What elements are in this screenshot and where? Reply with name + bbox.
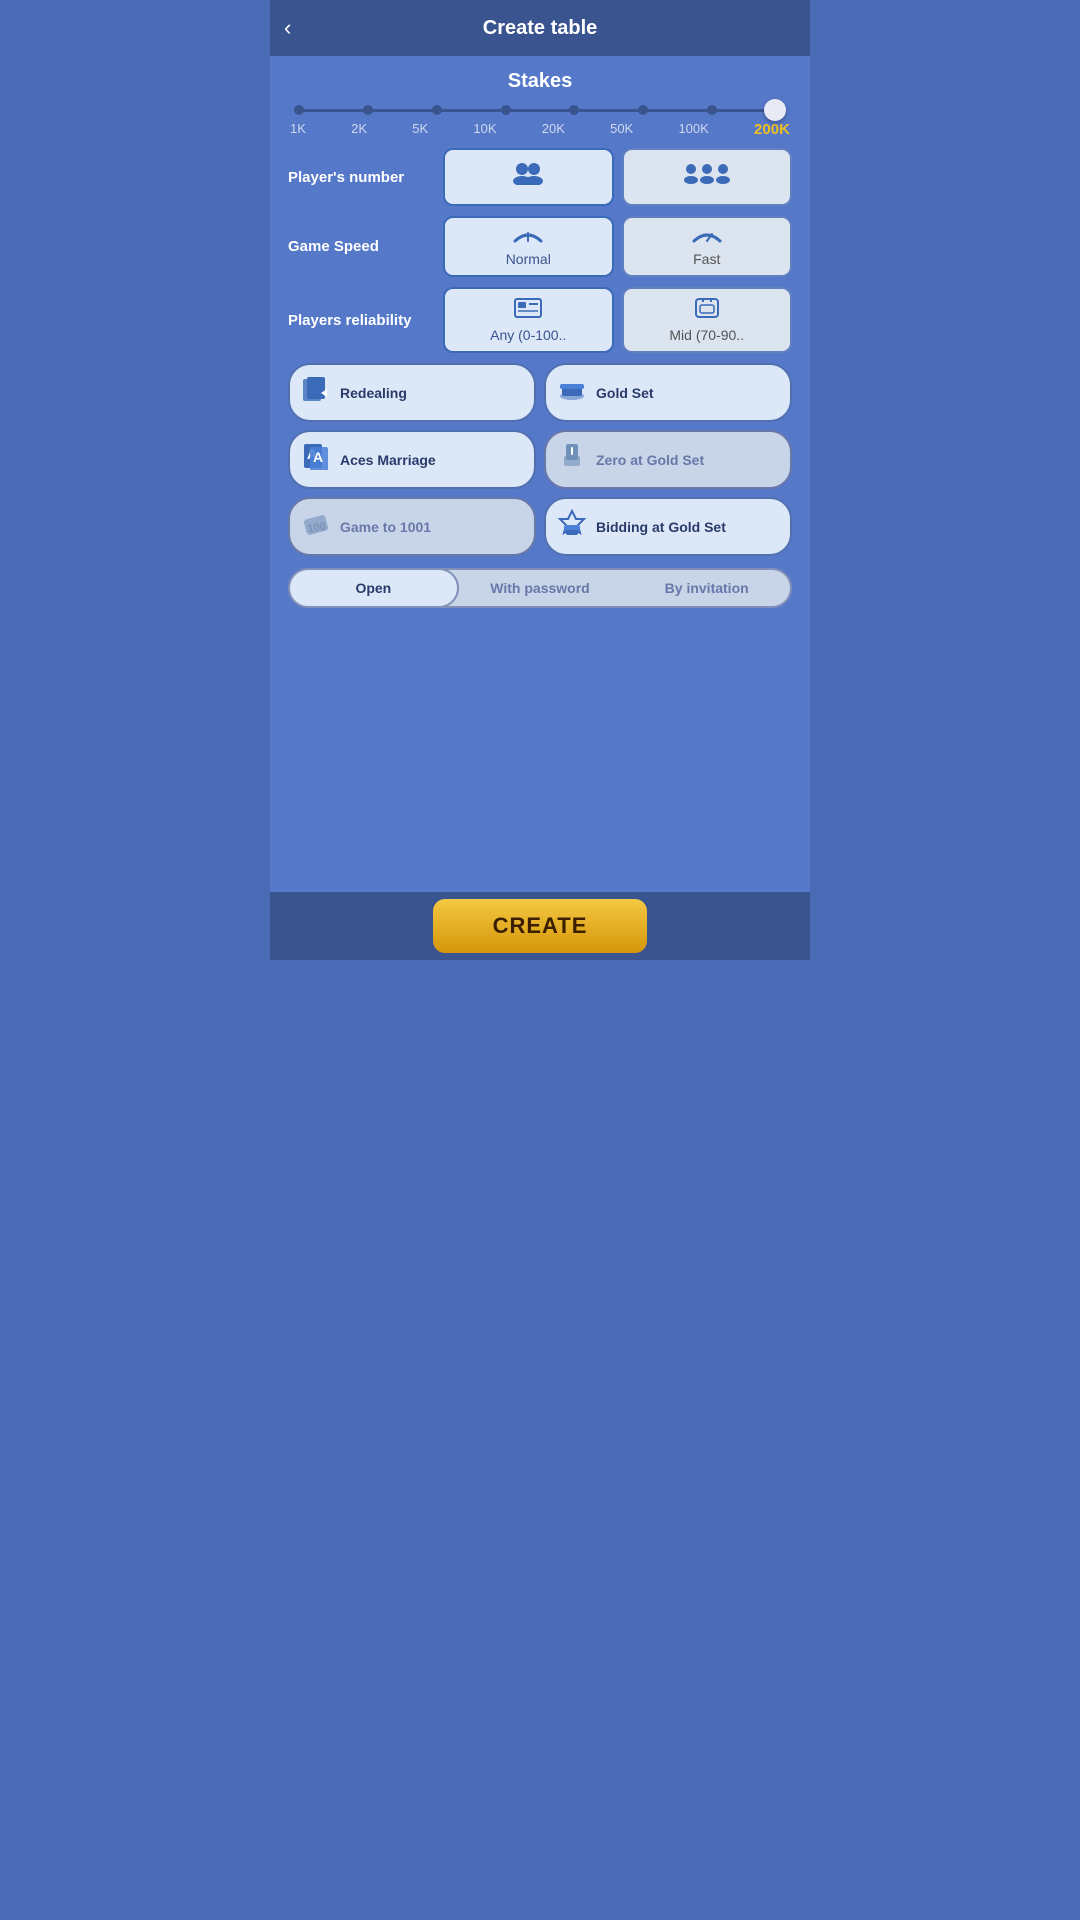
gold-set-icon [556, 378, 588, 407]
aces-marriage-button[interactable]: A A Aces Marriage [288, 430, 536, 489]
stakes-label: Stakes [288, 70, 792, 93]
header: ‹ Create table [270, 0, 810, 56]
back-button[interactable]: ‹ [284, 15, 291, 41]
stake-50k[interactable]: 50K [610, 121, 633, 138]
access-open[interactable]: Open [288, 568, 459, 608]
slider-dot-10k [501, 105, 511, 115]
fast-speed-button[interactable]: Fast [622, 216, 793, 277]
redealing-text: Redealing [340, 385, 407, 401]
game-speed-row: Game Speed Normal Fast [288, 216, 792, 277]
mid-reliability-button[interactable]: Mid (70-90.. [622, 287, 793, 353]
normal-speed-icon [513, 226, 543, 249]
game-to-1001-icon: 100 [300, 509, 332, 544]
gold-set-text: Gold Set [596, 385, 654, 401]
slider-dot-100k [707, 105, 717, 115]
any-reliability-text: Any (0-100.. [490, 327, 566, 343]
normal-speed-button[interactable]: Normal [443, 216, 614, 277]
stakes-section: Stakes 1 [288, 70, 792, 138]
players-number-row: Player's number [288, 148, 792, 206]
players-reliability-row: Players reliability Any (0-100.. [288, 287, 792, 353]
players-reliability-buttons: Any (0-100.. Mid (70-90.. [443, 287, 792, 353]
stakes-slider-container[interactable] [288, 103, 792, 117]
create-button[interactable]: CREATE [433, 899, 648, 953]
page-title: Create table [483, 17, 598, 40]
three-players-icon [683, 161, 731, 191]
normal-speed-text: Normal [506, 251, 551, 267]
bottom-bar: CREATE [270, 892, 810, 960]
zero-at-gold-set-button[interactable]: Zero at Gold Set [544, 430, 792, 489]
svg-text:100: 100 [307, 520, 327, 535]
aces-marriage-icon: A A [300, 442, 332, 477]
stake-1k[interactable]: 1K [290, 121, 306, 138]
two-players-icon [510, 161, 546, 191]
bidding-gold-set-text: Bidding at Gold Set [596, 519, 726, 535]
access-by-invitation[interactable]: By invitation [623, 570, 790, 606]
slider-dot-5k [432, 105, 442, 115]
access-toggle: Open With password By invitation [288, 568, 792, 608]
stake-200k[interactable]: 200K [754, 121, 790, 138]
stake-10k[interactable]: 10K [473, 121, 496, 138]
stake-5k[interactable]: 5K [412, 121, 428, 138]
game-to-1001-button[interactable]: 100 Game to 1001 [288, 497, 536, 556]
stake-20k[interactable]: 20K [542, 121, 565, 138]
redealing-icon [300, 375, 332, 410]
slider-line [294, 109, 786, 112]
slider-dot-1k [294, 105, 304, 115]
mid-reliability-icon [692, 297, 722, 325]
players-reliability-label: Players reliability [288, 312, 443, 329]
three-players-button[interactable] [622, 148, 793, 206]
bidding-gold-set-button[interactable]: Bidding at Gold Set [544, 497, 792, 556]
aces-marriage-text: Aces Marriage [340, 452, 436, 468]
svg-text:A: A [313, 449, 323, 465]
features-grid: Redealing Gold Set A A [288, 363, 792, 556]
gold-set-button[interactable]: Gold Set [544, 363, 792, 422]
redealing-button[interactable]: Redealing [288, 363, 536, 422]
any-reliability-icon [513, 297, 543, 325]
stake-2k[interactable]: 2K [351, 121, 367, 138]
slider-dot-20k [569, 105, 579, 115]
slider-thumb[interactable] [764, 99, 786, 121]
slider-track[interactable] [294, 103, 786, 117]
zero-at-gold-set-text: Zero at Gold Set [596, 452, 704, 468]
fast-speed-text: Fast [693, 251, 720, 267]
slider-dot-2k [363, 105, 373, 115]
fast-speed-icon [692, 226, 722, 249]
access-with-password[interactable]: With password [457, 570, 624, 606]
bidding-gold-set-icon [556, 509, 588, 544]
slider-dots [294, 105, 786, 115]
stake-100k[interactable]: 100K [678, 121, 708, 138]
game-to-1001-text: Game to 1001 [340, 519, 431, 535]
any-reliability-button[interactable]: Any (0-100.. [443, 287, 614, 353]
game-speed-buttons: Normal Fast [443, 216, 792, 277]
zero-at-gold-set-icon [556, 442, 588, 477]
two-players-button[interactable] [443, 148, 614, 206]
slider-dot-50k [638, 105, 648, 115]
players-number-buttons [443, 148, 792, 206]
mid-reliability-text: Mid (70-90.. [669, 327, 744, 343]
stakes-values: 1K 2K 5K 10K 20K 50K 100K 200K [288, 121, 792, 138]
players-number-label: Player's number [288, 169, 443, 186]
content-area: Stakes 1 [270, 56, 810, 892]
game-speed-label: Game Speed [288, 238, 443, 255]
